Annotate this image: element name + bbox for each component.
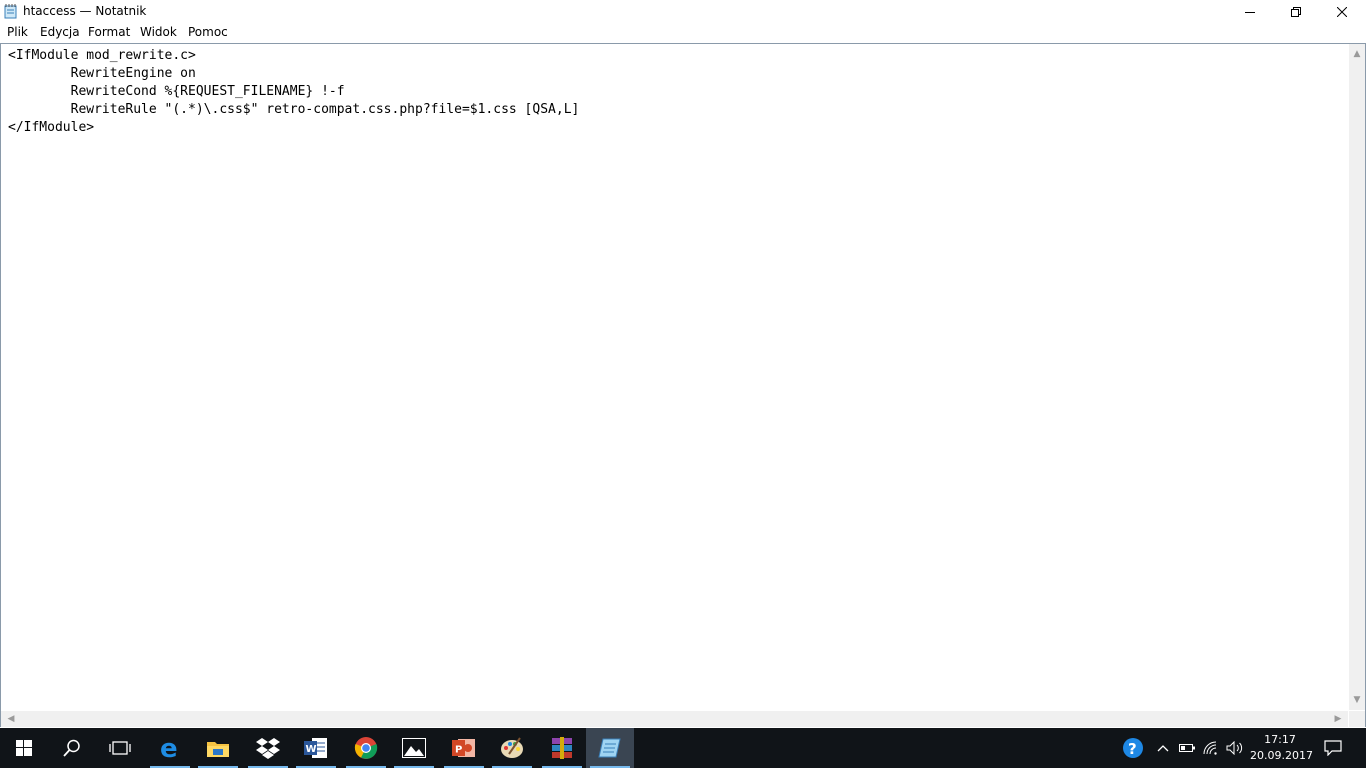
tray-help[interactable]: ? [1120,728,1146,768]
search-icon [63,739,80,757]
taskbar-word[interactable]: W [292,728,340,768]
task-view-button[interactable] [96,728,144,768]
menu-format[interactable]: Format [88,25,130,39]
menu-plik[interactable]: Plik [7,25,28,39]
title-bar[interactable]: htaccess — Notatnik [0,0,1366,23]
edge-icon: e [160,736,178,760]
horizontal-scrollbar[interactable]: ◀ ▶ [1,711,1348,727]
taskbar-photos[interactable] [390,728,438,768]
taskbar-powerpoint[interactable]: P [440,728,488,768]
scroll-up-icon[interactable]: ▲ [1349,46,1365,62]
restore-button[interactable] [1273,0,1319,23]
svg-text:?: ? [1128,740,1137,758]
close-button[interactable] [1319,0,1365,23]
battery-icon [1179,744,1195,752]
notepad-icon [598,738,621,758]
paint-icon [501,737,523,758]
tray-network[interactable] [1199,728,1223,768]
clock-time: 17:17 [1264,733,1296,746]
vertical-scrollbar[interactable]: ▲ ▼ [1349,44,1365,710]
tray-battery[interactable] [1175,728,1199,768]
svg-text:e: e [160,736,178,760]
menu-pomoc[interactable]: Pomoc [188,25,228,39]
help-icon: ? [1123,738,1143,758]
text-editor[interactable]: <IfModule mod_rewrite.c> RewriteEngine o… [0,43,1366,727]
file-explorer-icon [207,742,229,757]
start-icon [16,740,32,756]
tray-clock[interactable]: 17:17 20.09.2017 [1250,732,1313,764]
volume-icon [1226,741,1243,755]
window-title: htaccess — Notatnik [23,4,147,18]
chrome-icon [354,737,378,759]
taskbar-edge[interactable]: e [146,728,194,768]
minimize-icon [1245,11,1255,13]
close-icon [1337,6,1347,17]
chevron-up-icon [1157,745,1169,752]
taskbar-paint[interactable] [488,728,536,768]
wifi-icon [1203,741,1217,755]
search-button[interactable] [48,728,96,768]
task-view-icon [109,741,131,755]
scrollbar-corner [1349,711,1365,727]
tray-show-hidden[interactable] [1151,728,1175,768]
powerpoint-icon: P [452,739,475,757]
word-icon: W [304,738,327,758]
svg-text:P: P [455,745,462,756]
svg-text:W: W [306,744,317,755]
taskbar-winrar[interactable] [538,728,586,768]
tray-volume[interactable] [1223,728,1247,768]
taskbar-chrome[interactable] [342,728,390,768]
clock-date: 20.09.2017 [1250,749,1313,762]
taskbar-file-explorer[interactable] [194,728,242,768]
start-button[interactable] [0,728,48,768]
action-center-icon [1324,740,1342,756]
taskbar-notepad[interactable] [586,728,634,768]
action-center-button[interactable] [1318,728,1348,768]
notepad-icon [4,4,18,19]
dropbox-icon [256,738,280,759]
minimize-button[interactable] [1227,0,1273,23]
scroll-right-icon[interactable]: ▶ [1330,711,1346,727]
editor-content[interactable]: <IfModule mod_rewrite.c> RewriteEngine o… [8,47,579,137]
restore-icon [1291,6,1301,17]
menu-bar: Plik Edycja Format Widok Pomoc [0,23,1366,43]
menu-widok[interactable]: Widok [140,25,177,39]
taskbar: e W P ? 17:17 20.09.2017 [0,728,1366,768]
scroll-down-icon[interactable]: ▼ [1349,692,1365,708]
winrar-icon [552,737,572,759]
scroll-left-icon[interactable]: ◀ [3,711,19,727]
menu-edycja[interactable]: Edycja [40,25,80,39]
taskbar-dropbox[interactable] [244,728,292,768]
photos-icon [402,738,426,758]
